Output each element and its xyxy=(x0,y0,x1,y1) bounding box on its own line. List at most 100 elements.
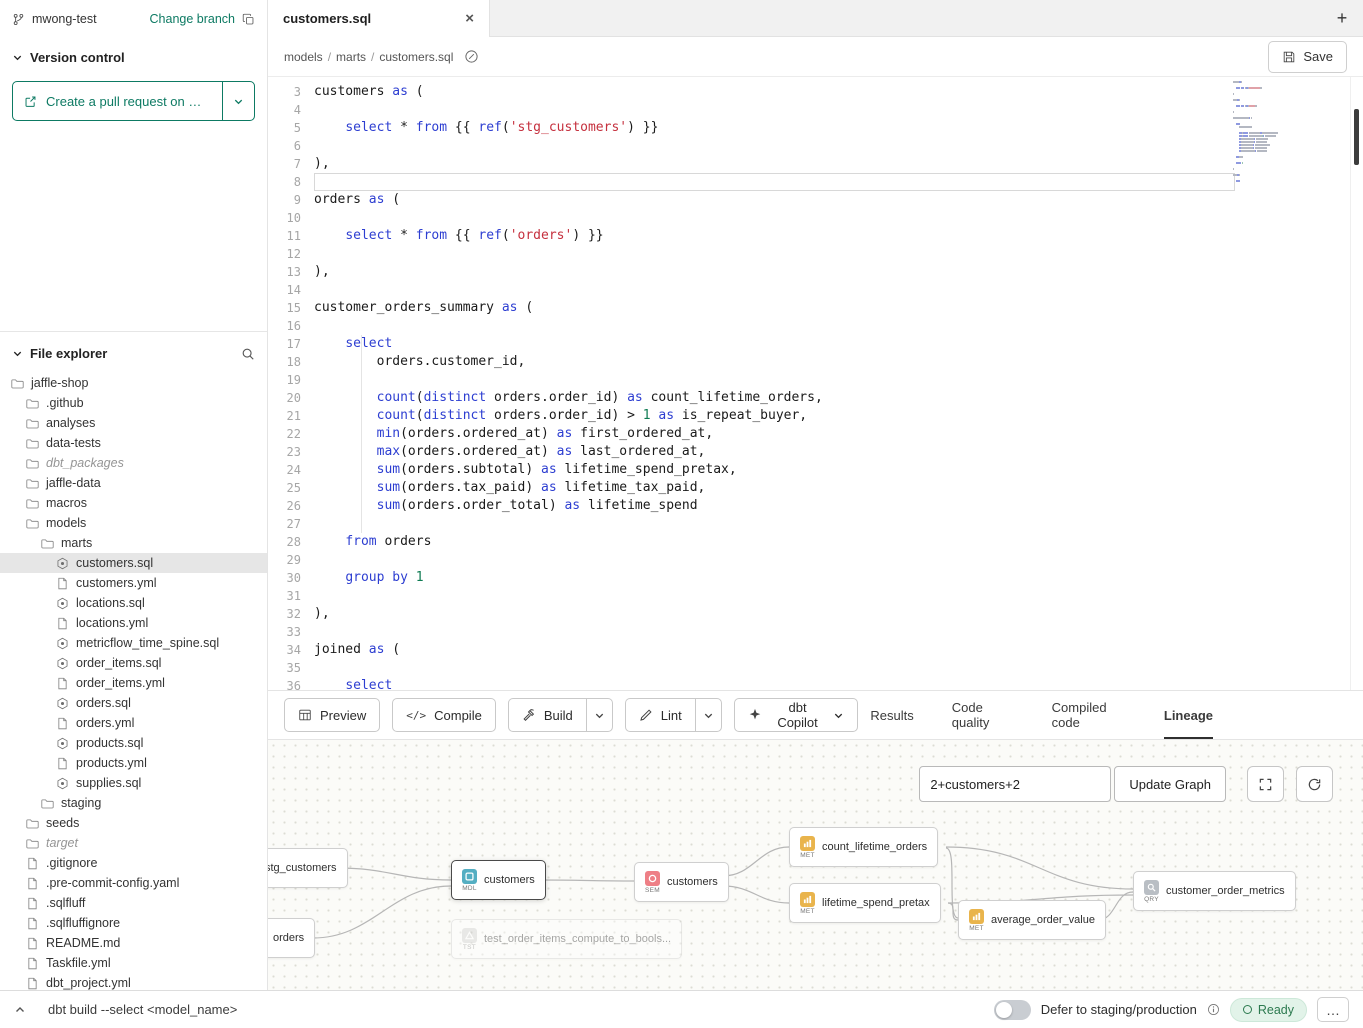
tree-item[interactable]: order_items.sql xyxy=(0,653,267,673)
refresh-button[interactable] xyxy=(1296,766,1333,802)
code-line[interactable]: 3customers as ( xyxy=(268,83,1363,101)
status-badge[interactable]: Ready xyxy=(1230,998,1307,1022)
tree-item[interactable]: .pre-commit-config.yaml xyxy=(0,873,267,893)
scrollbar-thumb[interactable] xyxy=(1354,109,1359,165)
lineage-node[interactable]: METaverage_order_value xyxy=(958,900,1106,940)
code-line[interactable]: 24 sum(orders.subtotal) as lifetime_spen… xyxy=(268,461,1363,479)
tree-item[interactable]: customers.yml xyxy=(0,573,267,593)
file-explorer-header[interactable]: File explorer xyxy=(0,346,267,373)
update-graph-button[interactable]: Update Graph xyxy=(1114,766,1226,802)
lineage-node[interactable]: MDLorders xyxy=(268,918,315,958)
breadcrumb-item[interactable]: models xyxy=(284,50,323,64)
lint-dropdown-button[interactable] xyxy=(695,698,722,732)
tree-item[interactable]: models xyxy=(0,513,267,533)
tree-item[interactable]: target xyxy=(0,833,267,853)
build-button[interactable]: Build xyxy=(508,698,586,732)
pr-dropdown-button[interactable] xyxy=(222,82,254,120)
panel-tab-lineage[interactable]: Lineage xyxy=(1164,691,1213,739)
code-line[interactable]: 22 min(orders.ordered_at) as first_order… xyxy=(268,425,1363,443)
tree-item[interactable]: orders.yml xyxy=(0,713,267,733)
code-line[interactable]: 7), xyxy=(268,155,1363,173)
tree-item[interactable]: dbt_project.yml xyxy=(0,973,267,990)
tree-item[interactable]: .sqlfluffignore xyxy=(0,913,267,933)
tree-item[interactable]: order_items.yml xyxy=(0,673,267,693)
code-line[interactable]: 28 from orders xyxy=(268,533,1363,551)
lineage-node[interactable]: SEMcustomers xyxy=(634,862,729,902)
code-line[interactable]: 32), xyxy=(268,605,1363,623)
code-line[interactable]: 29 xyxy=(268,551,1363,569)
tree-item[interactable]: jaffle-data xyxy=(0,473,267,493)
dbt-copilot-button[interactable]: dbt Copilot xyxy=(734,698,859,732)
lineage-node[interactable]: TSTtest_order_items_compute_to_bools... xyxy=(451,919,682,959)
compile-button[interactable]: </> Compile xyxy=(392,698,496,732)
code-line[interactable]: 35 xyxy=(268,659,1363,677)
info-icon[interactable] xyxy=(1207,1003,1220,1016)
code-line[interactable]: 25 sum(orders.tax_paid) as lifetime_tax_… xyxy=(268,479,1363,497)
tree-item[interactable]: staging xyxy=(0,793,267,813)
tree-item[interactable]: marts xyxy=(0,533,267,553)
code-line[interactable]: 17 select xyxy=(268,335,1363,353)
chevron-up-icon[interactable] xyxy=(14,1004,26,1016)
code-line[interactable]: 4 xyxy=(268,101,1363,119)
tree-item[interactable]: analyses xyxy=(0,413,267,433)
tree-item[interactable]: dbt_packages xyxy=(0,453,267,473)
code-line[interactable]: 27 xyxy=(268,515,1363,533)
lineage-node[interactable]: MDLcustomers xyxy=(451,860,546,900)
code-line[interactable]: 9orders as ( xyxy=(268,191,1363,209)
code-line[interactable]: 13), xyxy=(268,263,1363,281)
code-line[interactable]: 10 xyxy=(268,209,1363,227)
lineage-node[interactable]: METlifetime_spend_pretax xyxy=(789,883,941,923)
tree-item[interactable]: locations.sql xyxy=(0,593,267,613)
code-line[interactable]: 33 xyxy=(268,623,1363,641)
tree-item[interactable]: seeds xyxy=(0,813,267,833)
lineage-node[interactable]: QRYcustomer_order_metrics xyxy=(1133,871,1296,911)
panel-tab-compiled-code[interactable]: Compiled code xyxy=(1052,691,1126,739)
new-tab-button[interactable]: + xyxy=(1321,0,1363,36)
breadcrumb-item[interactable]: marts xyxy=(336,50,366,64)
code-line[interactable]: 34joined as ( xyxy=(268,641,1363,659)
tab-customers-sql[interactable]: customers.sql × xyxy=(268,0,490,37)
lineage-search-input[interactable] xyxy=(919,766,1111,802)
breadcrumb-item[interactable]: customers.sql xyxy=(379,50,453,64)
tree-item[interactable]: data-tests xyxy=(0,433,267,453)
copy-icon[interactable] xyxy=(242,13,255,26)
more-options-button[interactable]: … xyxy=(1317,997,1349,1022)
editor-scrollbar[interactable] xyxy=(1350,77,1363,690)
tree-item[interactable]: jaffle-shop xyxy=(0,373,267,393)
fullscreen-button[interactable] xyxy=(1247,766,1284,802)
tree-item[interactable]: locations.yml xyxy=(0,613,267,633)
search-icon[interactable] xyxy=(241,347,255,361)
code-line[interactable]: 12 xyxy=(268,245,1363,263)
tree-item[interactable]: metricflow_time_spine.sql xyxy=(0,633,267,653)
lint-status-icon[interactable] xyxy=(464,49,479,64)
version-control-header[interactable]: Version control xyxy=(12,50,255,65)
code-line[interactable]: 36 select xyxy=(268,677,1363,690)
code-line[interactable]: 16 xyxy=(268,317,1363,335)
tree-item[interactable]: Taskfile.yml xyxy=(0,953,267,973)
tree-item[interactable]: products.yml xyxy=(0,753,267,773)
code-line[interactable]: 26 sum(orders.order_total) as lifetime_s… xyxy=(268,497,1363,515)
build-dropdown-button[interactable] xyxy=(586,698,613,732)
lineage-node[interactable]: METcount_lifetime_orders xyxy=(789,827,938,867)
tree-item[interactable]: macros xyxy=(0,493,267,513)
tree-item[interactable]: .gitignore xyxy=(0,853,267,873)
panel-tab-code-quality[interactable]: Code quality xyxy=(952,691,1014,739)
minimap[interactable] xyxy=(1233,81,1309,183)
lineage-node[interactable]: MDLstg_customers xyxy=(268,848,348,888)
tree-item[interactable]: products.sql xyxy=(0,733,267,753)
tree-item[interactable]: customers.sql xyxy=(0,553,267,573)
tree-item[interactable]: README.md xyxy=(0,933,267,953)
tree-item[interactable]: .sqlfluff xyxy=(0,893,267,913)
close-icon[interactable]: × xyxy=(465,10,474,27)
tree-item[interactable]: .github xyxy=(0,393,267,413)
code-line[interactable]: 5 select * from {{ ref('stg_customers') … xyxy=(268,119,1363,137)
code-line[interactable]: 31 xyxy=(268,587,1363,605)
code-line[interactable]: 11 select * from {{ ref('orders') }} xyxy=(268,227,1363,245)
panel-tab-results[interactable]: Results xyxy=(870,691,913,739)
defer-toggle[interactable] xyxy=(994,1000,1031,1020)
preview-button[interactable]: Preview xyxy=(284,698,380,732)
code-line[interactable]: 23 max(orders.ordered_at) as last_ordere… xyxy=(268,443,1363,461)
save-button[interactable]: Save xyxy=(1268,41,1347,73)
lint-button[interactable]: Lint xyxy=(625,698,695,732)
tree-item[interactable]: supplies.sql xyxy=(0,773,267,793)
